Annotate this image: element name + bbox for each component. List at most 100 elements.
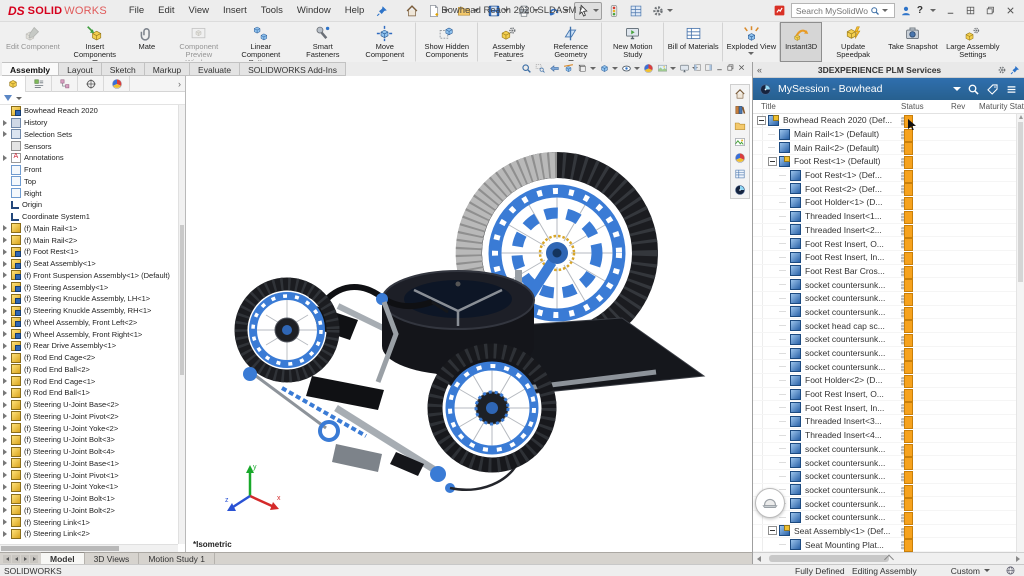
expand-arrow-icon[interactable]: [3, 449, 11, 455]
menu-item[interactable]: Help: [339, 2, 371, 19]
column-title[interactable]: Title: [761, 102, 776, 111]
tab-nav-button[interactable]: [30, 555, 38, 563]
scrollbar-thumb[interactable]: [1018, 122, 1023, 282]
document-window-button[interactable]: [693, 63, 702, 72]
tree-row[interactable]: (f) Steering U-Joint Base<2>: [0, 399, 178, 411]
plm-tree-row[interactable]: socket countersunk...: [753, 278, 1016, 292]
scrollbar-thumb[interactable]: [180, 225, 184, 375]
expand-arrow-icon[interactable]: [3, 355, 11, 361]
filter-icon[interactable]: [4, 95, 12, 101]
plm-tree-row[interactable]: Foot Rest<1> (Default): [753, 155, 1016, 169]
menu-item[interactable]: File: [123, 2, 150, 19]
tree-row[interactable]: (f) Rod End Ball<1>: [0, 387, 178, 399]
window-control-button[interactable]: [941, 3, 960, 18]
status-icon[interactable]: [901, 471, 913, 483]
menu-item[interactable]: Tools: [255, 2, 289, 19]
tree-row[interactable]: (f) Rod End Ball<2>: [0, 364, 178, 376]
plm-tree-row[interactable]: socket countersunk...: [753, 470, 1016, 484]
tree-row[interactable]: (f) Steering Knuckle Assembly, RH<1>: [0, 305, 178, 317]
view-tool-button[interactable]: [620, 63, 641, 74]
tree-row[interactable]: (f) Wheel Assembly, Front Left<2>: [0, 317, 178, 329]
expand-arrow-icon[interactable]: [3, 413, 11, 419]
expander-icon[interactable]: [779, 171, 788, 180]
expander-icon[interactable]: [779, 307, 788, 316]
ribbon-button[interactable]: Mate: [126, 22, 168, 62]
search-icon[interactable]: [870, 6, 880, 16]
user-login-icon[interactable]: [900, 5, 912, 17]
tree-row[interactable]: Top: [0, 176, 178, 188]
plm-tag-icon[interactable]: [986, 83, 999, 96]
status-icon[interactable]: [901, 348, 913, 360]
view-tool-button[interactable]: [576, 63, 597, 74]
task-pane-tab[interactable]: [732, 103, 748, 116]
ribbon-button[interactable]: Linear Component Pattern: [230, 22, 292, 62]
expander-icon[interactable]: [779, 198, 788, 207]
help-button[interactable]: ?: [917, 5, 923, 16]
task-pane-tab[interactable]: [732, 87, 748, 100]
task-pane-tab[interactable]: [732, 151, 748, 164]
dropdown-caret-icon[interactable]: [593, 9, 599, 12]
expand-arrow-icon[interactable]: [3, 484, 11, 490]
expand-arrow-icon[interactable]: [3, 261, 11, 267]
tree-row[interactable]: (f) Main Rail<1>: [0, 223, 178, 235]
column-rev[interactable]: Rev: [951, 102, 965, 111]
expand-arrow-icon[interactable]: [3, 331, 11, 337]
tree-vertical-scrollbar[interactable]: [178, 105, 185, 544]
plm-settings-gear-icon[interactable]: [997, 65, 1007, 75]
document-window-button[interactable]: [715, 63, 724, 72]
ribbon-button[interactable]: New Motion Study: [602, 22, 664, 62]
expander-icon[interactable]: [779, 472, 788, 481]
plm-vertical-scrollbar[interactable]: [1016, 114, 1024, 552]
plm-tree-row[interactable]: Main Rail<2> (Default): [753, 141, 1016, 155]
task-pane-tab[interactable]: [732, 183, 748, 196]
assistant-helmet-button[interactable]: [755, 488, 785, 518]
status-icon[interactable]: [901, 252, 913, 264]
task-pane-tab[interactable]: [732, 167, 748, 180]
expand-arrow-icon[interactable]: [3, 496, 11, 502]
session-caret-icon[interactable]: [953, 87, 961, 91]
view-tool-button[interactable]: [656, 63, 677, 74]
tab-nav-button[interactable]: [12, 555, 20, 563]
tree-row[interactable]: Bowhead Reach 2020: [0, 105, 178, 117]
scroll-left-arrow[interactable]: [757, 556, 761, 562]
plm-tree-row[interactable]: socket countersunk...: [753, 511, 1016, 525]
tree-row[interactable]: (f) Rear Drive Assembly<1>: [0, 340, 178, 352]
expand-arrow-icon[interactable]: [3, 472, 11, 478]
scroll-right-arrow[interactable]: [1016, 556, 1020, 562]
column-maturity-state[interactable]: Maturity State: [979, 102, 1024, 111]
expand-arrow-icon[interactable]: [3, 437, 11, 443]
filter-caret-icon[interactable]: [16, 97, 22, 100]
expander-icon[interactable]: [779, 417, 788, 426]
status-icon[interactable]: [901, 375, 913, 387]
expander-icon[interactable]: [779, 239, 788, 248]
ribbon-button[interactable]: Component Preview Window: [168, 22, 230, 62]
document-tab[interactable]: Model: [41, 552, 85, 564]
expand-arrow-icon[interactable]: [3, 131, 11, 137]
dropdown-caret-icon[interactable]: [590, 67, 596, 70]
tree-row[interactable]: (f) Main Rail<2>: [0, 234, 178, 246]
expander-icon[interactable]: [779, 280, 788, 289]
ribbon-button[interactable]: Bill of Materials: [664, 22, 723, 62]
ribbon-button[interactable]: Edit Component: [2, 22, 64, 62]
document-tab[interactable]: 3D Views: [85, 553, 140, 564]
expand-arrow-icon[interactable]: [3, 308, 11, 314]
threedexperience-compass-icon[interactable]: [759, 83, 772, 96]
tab-nav-button[interactable]: [21, 555, 29, 563]
ribbon-button[interactable]: Assembly Features: [478, 22, 540, 62]
status-icon[interactable]: [901, 402, 913, 414]
plm-tree-row[interactable]: Foot Rest<1> (Def...: [753, 169, 1016, 183]
plm-tree-row[interactable]: Foot Rest<2> (Def...: [753, 182, 1016, 196]
feature-manager-tab[interactable]: [0, 76, 26, 92]
status-icon[interactable]: [901, 183, 913, 195]
document-window-button[interactable]: [726, 63, 735, 72]
status-icon[interactable]: [901, 279, 913, 291]
status-icon[interactable]: [901, 238, 913, 250]
tree-row[interactable]: (f) Rod End Cage<1>: [0, 375, 178, 387]
search-input[interactable]: [794, 5, 870, 17]
units-selector[interactable]: Custom: [951, 566, 980, 576]
plm-tree-row[interactable]: socket countersunk...: [753, 456, 1016, 470]
ribbon-button[interactable]: Smart Fasteners: [292, 22, 354, 62]
plm-tree-row[interactable]: Main Rail<1> (Default): [753, 128, 1016, 142]
expander-icon[interactable]: [779, 321, 788, 330]
plm-tree-row[interactable]: socket countersunk...: [753, 347, 1016, 361]
